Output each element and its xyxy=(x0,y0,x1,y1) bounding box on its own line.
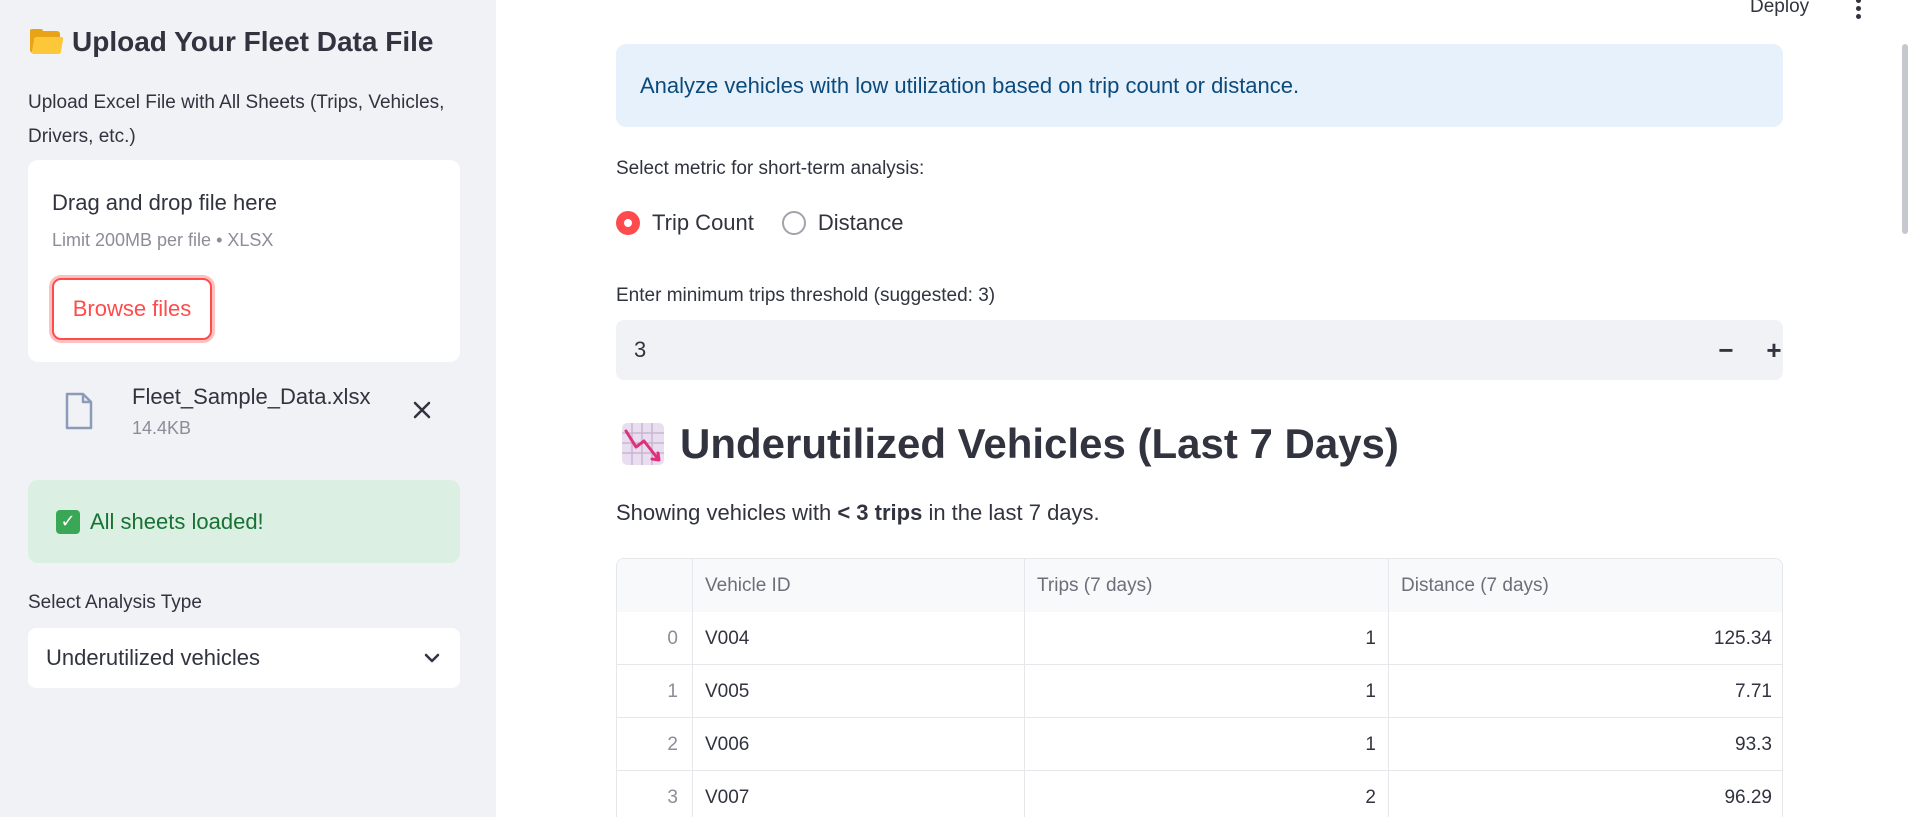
success-message: All sheets loaded! xyxy=(90,508,264,534)
sidebar-title: Upload Your Fleet Data File xyxy=(30,26,433,58)
close-icon[interactable] xyxy=(408,396,436,424)
row-index: 3 xyxy=(617,771,693,817)
cell-trips[interactable]: 1 xyxy=(1025,718,1389,771)
chevron-down-icon xyxy=(424,653,440,663)
increment-button[interactable]: + xyxy=(1756,332,1792,368)
cell-distance[interactable]: 93.3 xyxy=(1389,718,1782,771)
table-row: 0 V004 1 125.34 xyxy=(617,612,1782,665)
row-index: 1 xyxy=(617,665,693,718)
cell-vehicle-id[interactable]: V007 xyxy=(693,771,1025,817)
cell-vehicle-id[interactable]: V004 xyxy=(693,612,1025,665)
analysis-type-label: Select Analysis Type xyxy=(28,592,202,613)
cell-trips[interactable]: 2 xyxy=(1025,771,1389,817)
header-cell-trips[interactable]: Trips (7 days) xyxy=(1025,559,1389,612)
info-alert: Analyze vehicles with low utilization ba… xyxy=(616,44,1783,127)
decrement-button[interactable]: − xyxy=(1708,332,1744,368)
dropzone-title: Drag and drop file here xyxy=(52,190,278,215)
chart-decreasing-icon xyxy=(622,423,664,465)
caption-bold: < 3 trips xyxy=(837,500,923,525)
table-header-row: Vehicle ID Trips (7 days) Distance (7 da… xyxy=(617,559,1782,612)
caption-prefix: Showing vehicles with xyxy=(616,500,838,525)
file-icon xyxy=(65,392,93,430)
browse-files-button[interactable]: Browse files xyxy=(52,278,212,340)
cell-vehicle-id[interactable]: V006 xyxy=(693,718,1025,771)
radio-unselected-icon xyxy=(781,211,806,235)
cell-distance[interactable]: 125.34 xyxy=(1389,612,1782,665)
table-row: 3 V007 2 96.29 xyxy=(617,771,1782,817)
threshold-input[interactable] xyxy=(616,320,1676,380)
folder-icon xyxy=(30,29,64,55)
radio-label: Trip Count xyxy=(652,210,754,235)
analysis-type-select[interactable]: Underutilized vehicles xyxy=(28,628,460,688)
row-index: 0 xyxy=(617,612,693,665)
cell-distance[interactable]: 96.29 xyxy=(1389,771,1782,817)
header-cell-vehicle-id[interactable]: Vehicle ID xyxy=(693,559,1025,612)
threshold-label: Enter minimum trips threshold (suggested… xyxy=(616,285,996,306)
deploy-button[interactable]: Deploy xyxy=(1750,0,1809,18)
radio-selected-icon xyxy=(616,211,640,235)
dropzone-limit: Limit 200MB per file • XLSX xyxy=(52,230,274,250)
threshold-number-input: − + xyxy=(616,320,1783,380)
check-icon: ✓ xyxy=(56,509,80,534)
cell-trips[interactable]: 1 xyxy=(1025,665,1389,718)
radio-distance[interactable]: Distance xyxy=(781,210,904,236)
upload-label: Upload Excel File with All Sheets (Trips… xyxy=(28,92,445,147)
radio-label: Distance xyxy=(817,210,904,235)
sidebar: Upload Your Fleet Data File Upload Excel… xyxy=(0,0,496,817)
more-menu-icon[interactable] xyxy=(1852,0,1864,20)
file-size: 14.4KB xyxy=(132,418,192,438)
success-alert: ✓ All sheets loaded! xyxy=(28,480,460,563)
cell-distance[interactable]: 7.71 xyxy=(1389,665,1782,718)
cell-trips[interactable]: 1 xyxy=(1025,612,1389,665)
table-row: 2 V006 1 93.3 xyxy=(617,718,1782,771)
row-index: 2 xyxy=(617,718,693,771)
cell-vehicle-id[interactable]: V005 xyxy=(693,665,1025,718)
sidebar-title-text: Upload Your Fleet Data File xyxy=(72,26,434,57)
scrollbar[interactable] xyxy=(1902,44,1908,234)
file-dropzone[interactable]: Drag and drop file here Limit 200MB per … xyxy=(28,160,460,362)
table-caption: Showing vehicles with < 3 trips in the l… xyxy=(616,500,1100,526)
vehicles-table[interactable]: Vehicle ID Trips (7 days) Distance (7 da… xyxy=(616,558,1783,817)
header-cell-index xyxy=(617,559,693,612)
analysis-type-value: Underutilized vehicles xyxy=(46,645,260,670)
heading-text: Underutilized Vehicles (Last 7 Days) xyxy=(680,420,1399,467)
table-row: 1 V005 1 7.71 xyxy=(617,665,1782,718)
radio-trip-count[interactable]: Trip Count xyxy=(616,210,754,236)
header-cell-distance[interactable]: Distance (7 days) xyxy=(1389,559,1782,612)
page-heading: Underutilized Vehicles (Last 7 Days) xyxy=(620,420,1399,468)
caption-suffix: in the last 7 days. xyxy=(922,500,1100,525)
metric-label: Select metric for short-term analysis: xyxy=(616,158,925,179)
uploaded-file: Fleet_Sample_Data.xlsx 14.4KB xyxy=(28,380,460,450)
metric-radio-group: Trip Count Distance xyxy=(616,210,903,236)
file-name: Fleet_Sample_Data.xlsx xyxy=(132,384,371,409)
